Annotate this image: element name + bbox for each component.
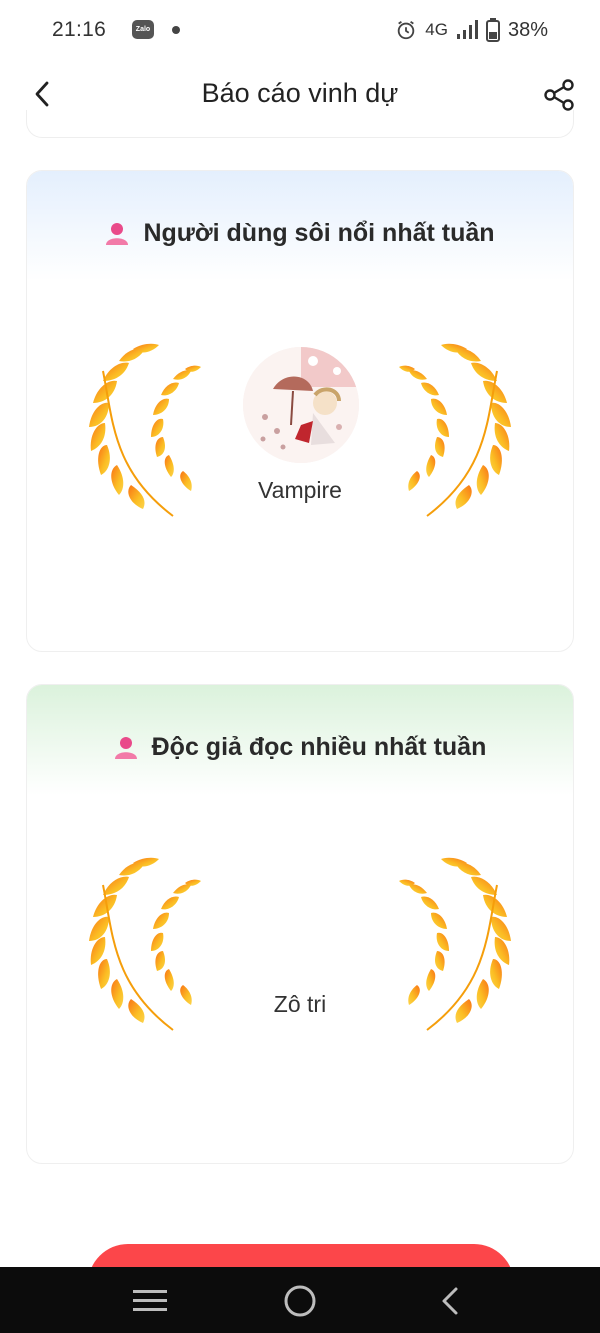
user-icon xyxy=(114,736,137,759)
avatar-image xyxy=(243,347,359,463)
battery-percent: 38% xyxy=(507,18,548,41)
status-indicators: 4G 38% xyxy=(395,18,548,42)
back-icon xyxy=(442,1287,458,1315)
winner-avatar[interactable] xyxy=(243,347,359,463)
card-title-row: Người dùng sôi nổi nhất tuần xyxy=(27,219,573,248)
network-type: 4G xyxy=(425,20,448,39)
menu-icon xyxy=(133,1290,167,1311)
card-title-row: Độc giả đọc nhiều nhất tuần xyxy=(27,733,573,762)
user-icon xyxy=(106,222,129,245)
alarm-icon xyxy=(398,20,415,40)
honor-card-top-reader: Độc giả đọc nhiều nhất tuần Zô tri xyxy=(26,684,574,1164)
system-nav-bar xyxy=(0,1267,600,1333)
card-title: Người dùng sôi nổi nhất tuần xyxy=(143,219,495,247)
signal-icon xyxy=(456,20,478,39)
share-icon xyxy=(544,79,574,111)
nav-menu-button[interactable] xyxy=(130,1283,170,1319)
card-title: Độc giả đọc nhiều nhất tuần xyxy=(151,733,487,761)
laurel-right-icon xyxy=(399,857,511,1031)
status-bar: 21:16 Zalo 4G 38% xyxy=(0,0,600,60)
notification-dot-icon xyxy=(172,26,180,34)
battery-icon xyxy=(485,18,500,42)
nav-back-button[interactable] xyxy=(430,1283,470,1319)
laurel-right-icon xyxy=(399,343,511,517)
zalo-icon: Zalo xyxy=(132,20,154,39)
page-title: Báo cáo vinh dự xyxy=(201,78,399,108)
previous-card-edge xyxy=(26,110,574,138)
status-time: 21:16 xyxy=(52,18,107,41)
honor-card-most-active-user: Người dùng sôi nổi nhất tuần Vampire xyxy=(26,170,574,652)
home-icon xyxy=(284,1285,316,1317)
nav-home-button[interactable] xyxy=(280,1283,320,1319)
